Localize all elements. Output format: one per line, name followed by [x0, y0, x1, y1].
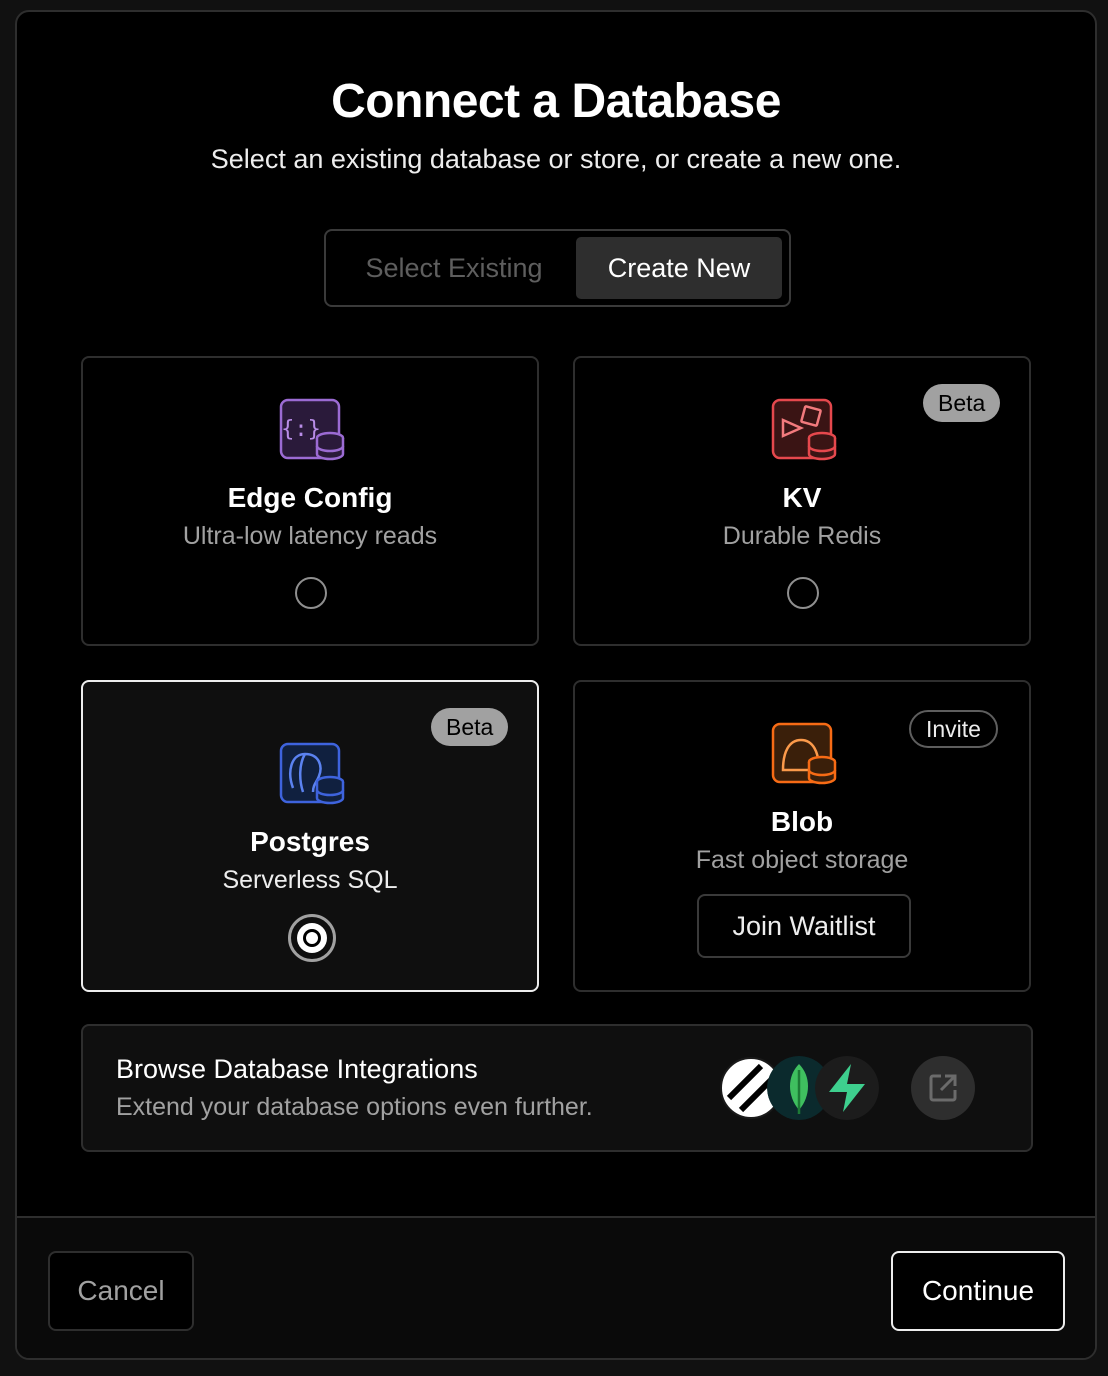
card-title: Blob — [770, 806, 834, 837]
kv-card[interactable]: Beta KV Durable Redis — [573, 356, 1031, 646]
beta-badge: Beta — [431, 708, 509, 746]
dialog-footer: Cancel Continue — [17, 1216, 1095, 1358]
edge-config-icon: {:} — [279, 398, 345, 461]
continue-button[interactable]: Continue — [891, 1251, 1065, 1331]
mode-toggle: Select Existing Create New — [324, 229, 791, 307]
postgres-card[interactable]: Beta Postgres Serverless SQL — [81, 680, 539, 992]
integrations-description: Extend your database options even furthe… — [116, 1093, 593, 1121]
supabase-logo — [815, 1056, 879, 1120]
kv-icon — [771, 398, 837, 461]
external-link-icon — [929, 1074, 957, 1102]
create-new-tab[interactable]: Create New — [576, 237, 782, 299]
svg-text:{:}: {:} — [281, 417, 321, 442]
join-waitlist-button[interactable]: Join Waitlist — [697, 894, 911, 958]
kv-radio[interactable] — [787, 577, 819, 609]
connect-database-dialog: Connect a Database Select an existing da… — [15, 10, 1097, 1360]
select-existing-tab[interactable]: Select Existing — [334, 237, 574, 299]
beta-badge: Beta — [923, 384, 1001, 422]
blob-icon — [771, 722, 837, 785]
cancel-button[interactable]: Cancel — [48, 1251, 194, 1331]
card-description: Serverless SQL — [222, 866, 398, 894]
card-description: Fast object storage — [695, 846, 909, 874]
card-description: Durable Redis — [722, 522, 882, 550]
browse-integrations-card[interactable]: Browse Database Integrations Extend your… — [81, 1024, 1033, 1152]
postgres-radio[interactable] — [288, 914, 336, 962]
dialog-title: Connect a Database — [331, 75, 781, 128]
edge-config-radio[interactable] — [295, 577, 327, 609]
card-title: KV — [782, 482, 822, 513]
invite-badge: Invite — [909, 710, 998, 748]
blob-card[interactable]: Invite Blob Fast object storage Join Wai… — [573, 680, 1031, 992]
card-title: Postgres — [250, 826, 370, 857]
card-description: Ultra-low latency reads — [182, 522, 438, 550]
integrations-title: Browse Database Integrations — [116, 1054, 478, 1084]
external-link-button[interactable] — [911, 1056, 975, 1120]
edge-config-card[interactable]: {:} Edge Config Ultra-low latency reads — [81, 356, 539, 646]
postgres-icon — [279, 742, 345, 805]
dialog-subtitle: Select an existing database or store, or… — [210, 144, 902, 174]
card-title: Edge Config — [227, 482, 393, 513]
